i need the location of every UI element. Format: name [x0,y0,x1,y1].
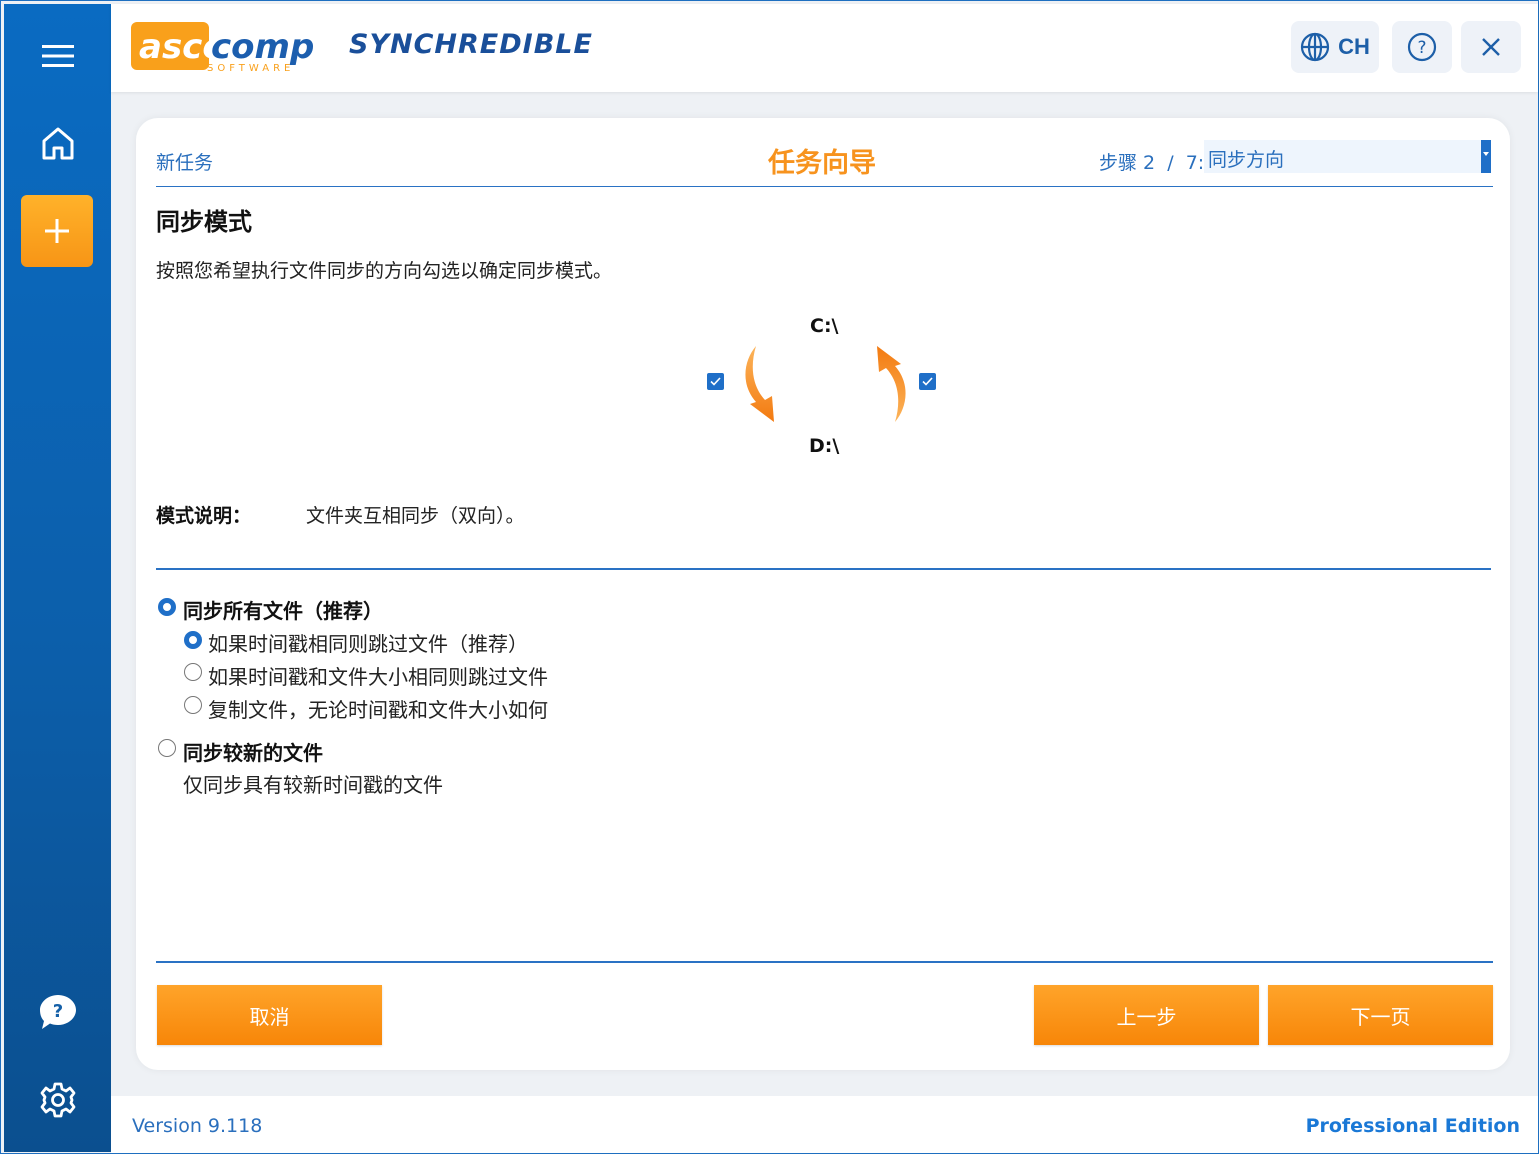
step-indicator: 步骤 2 / 7: [1099,152,1205,174]
sync-newer-description: 仅同步具有较新时间戳的文件 [183,773,443,797]
direction-left-checkbox[interactable] [707,373,724,390]
chat-help-icon: ? [39,995,76,1029]
section-divider [156,568,1491,570]
mode-description-text: 文件夹互相同步（双向）。 [306,505,525,527]
skip-same-timestamp-radio[interactable] [184,631,202,649]
sync-all-radio[interactable] [158,598,176,616]
product-name: SYNCHREDIBLE [349,29,593,60]
skip-same-timestamp-size-radio[interactable] [184,663,202,681]
ascomp-logo: ascomp comp SOFTWARE [129,20,339,80]
home-icon [42,127,73,160]
back-button[interactable]: 上一步 [1034,985,1259,1045]
language-button[interactable]: CH [1291,21,1379,73]
wizard-card: 新任务 任务向导 步骤 2 / 7: 同步方向 同步模式 按照您希望执行文件同步… [136,118,1510,1070]
direction-right-checkbox[interactable] [919,373,936,390]
sidebar: ? [4,4,111,1152]
source-drive-label: C:\ [810,315,839,337]
step-dropdown[interactable]: 同步方向 [1204,140,1491,173]
section-instruction: 按照您希望执行文件同步的方向勾选以确定同步模式。 [156,260,613,282]
arrow-up-icon [877,346,906,422]
wizard-title: 任务向导 [768,148,876,179]
checkmark-icon [710,377,721,386]
svg-text:SOFTWARE: SOFTWARE [207,63,294,74]
settings-button[interactable] [4,1065,111,1135]
status-footer: Version 9.118 Professional Edition [111,1096,1538,1153]
gear-icon [40,1082,75,1118]
next-button[interactable]: 下一页 [1268,985,1493,1045]
edition-label: Professional Edition [1305,1115,1520,1137]
sync-all-label[interactable]: 同步所有文件（推荐） [183,595,383,624]
chat-help-button[interactable]: ? [4,977,111,1047]
skip-same-timestamp-size-label[interactable]: 如果时间戳和文件大小相同则跳过文件 [208,661,548,690]
always-copy-radio[interactable] [184,696,202,714]
home-button[interactable] [4,108,111,178]
arrow-down-icon [745,346,774,422]
close-button[interactable] [1461,21,1521,73]
plus-icon [45,219,69,243]
checkmark-icon [922,377,933,386]
step-dropdown-value: 同步方向 [1208,149,1285,171]
sync-newer-radio[interactable] [158,739,176,757]
globe-icon [1301,32,1330,62]
version-label: Version 9.118 [132,1115,263,1137]
breadcrumb: 新任务 [156,152,214,174]
hamburger-menu-icon [41,45,74,67]
help-button[interactable]: ? [1392,21,1452,73]
app-header: ascomp comp SOFTWARE SYNCHREDIBLE CH ? [111,4,1538,92]
svg-text:?: ? [1417,38,1426,58]
mode-description-label: 模式说明： [156,505,252,527]
svg-text:?: ? [52,1001,62,1022]
header-divider [156,186,1493,187]
language-label: CH [1338,34,1370,59]
always-copy-label[interactable]: 复制文件，无论时间戳和文件大小如何 [208,694,548,723]
app-window: ? ascomp comp SOFTWARE SYNCHREDIBLE CH ?… [0,0,1539,1154]
close-icon [1482,38,1500,56]
skip-same-timestamp-label[interactable]: 如果时间戳相同则跳过文件（推荐） [208,628,528,657]
cancel-button[interactable]: 取消 [157,985,382,1045]
new-task-button[interactable] [21,195,93,267]
chevron-down-icon [1483,152,1489,156]
target-drive-label: D:\ [809,435,840,457]
section-heading: 同步模式 [156,208,252,236]
menu-button[interactable] [4,21,111,91]
footer-divider [156,961,1493,963]
help-circle-icon: ? [1407,32,1437,62]
sync-newer-label[interactable]: 同步较新的文件 [183,737,323,766]
svg-text:comp: comp [211,27,314,67]
